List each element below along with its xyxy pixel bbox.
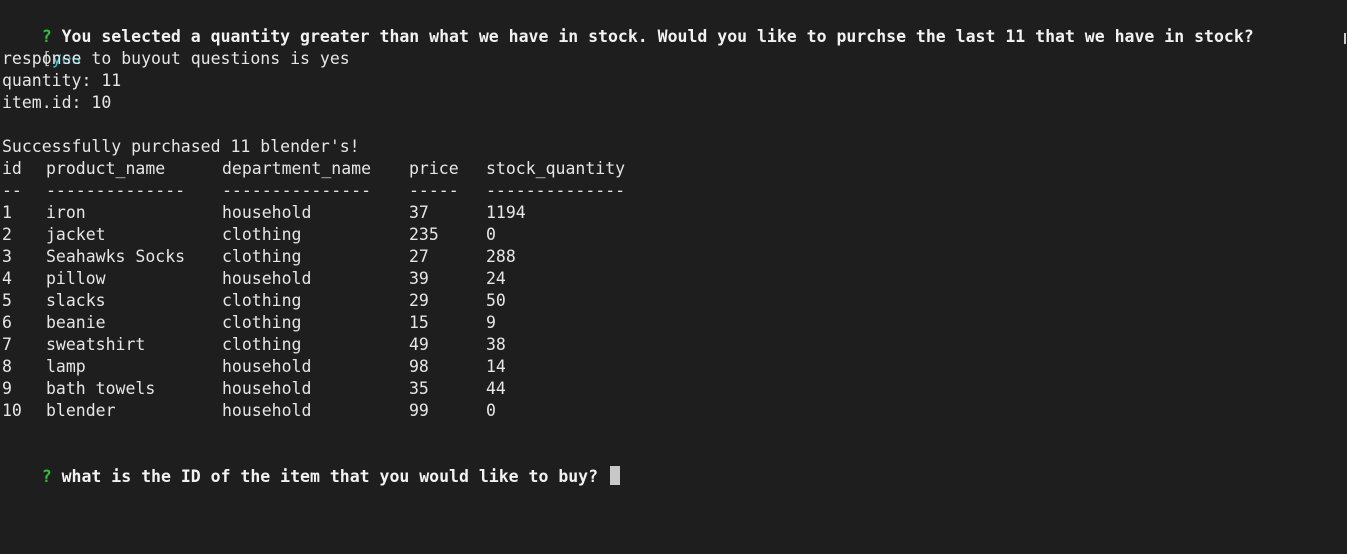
row-department-name: household xyxy=(222,357,312,376)
table-separator: -- -------------- --------------- ----- … xyxy=(2,180,1347,202)
log-line: quantity: 11 xyxy=(2,71,122,90)
row-product-name: Seahawks Socks xyxy=(46,247,186,266)
row-stock-quantity: 50 xyxy=(486,291,506,310)
row-department-name: household xyxy=(222,269,312,288)
table-row: 10 blender household 99 0 xyxy=(2,400,1347,422)
separator-department-name: --------------- xyxy=(222,181,372,200)
separator-stock-quantity: -------------- xyxy=(486,181,626,200)
separator-price: ----- xyxy=(409,181,459,200)
row-product-name: iron xyxy=(46,203,86,222)
table-row: 8 lamp household 98 14 xyxy=(2,356,1347,378)
separator-product-name: -------------- xyxy=(46,181,186,200)
row-stock-quantity: 9 xyxy=(486,313,496,332)
id-question-line[interactable]: ? what is the ID of the item that you wo… xyxy=(2,444,1347,486)
row-price: 35 xyxy=(409,379,429,398)
row-id: 7 xyxy=(2,335,12,354)
row-id: 4 xyxy=(2,269,12,288)
row-product-name: bath towels xyxy=(46,379,156,398)
row-id: 6 xyxy=(2,313,12,332)
header-product-name: product_name xyxy=(46,159,166,178)
log-line: item.id: 10 xyxy=(2,93,112,112)
row-price: 235 xyxy=(409,225,439,244)
row-department-name: clothing xyxy=(222,225,302,244)
row-product-name: beanie xyxy=(46,313,106,332)
row-stock-quantity: 0 xyxy=(486,225,496,244)
row-price: 27 xyxy=(409,247,429,266)
row-id: 8 xyxy=(2,357,12,376)
row-department-name: clothing xyxy=(222,313,302,332)
stock-question-line: ? You selected a quantity greater than w… xyxy=(2,4,1347,46)
row-product-name: blender xyxy=(46,401,116,420)
prompt-marker: ? xyxy=(41,467,52,486)
row-product-name: slacks xyxy=(46,291,106,310)
row-product-name: lamp xyxy=(46,357,86,376)
success-message: Successfully purchased 11 blender's! xyxy=(2,137,360,156)
row-stock-quantity: 24 xyxy=(486,269,506,288)
table-row: 2 jacket clothing 235 0 xyxy=(2,224,1347,246)
row-department-name: clothing xyxy=(222,247,302,266)
table-row: 9 bath towels household 35 44 xyxy=(2,378,1347,400)
row-id: 1 xyxy=(2,203,12,222)
row-stock-quantity: 14 xyxy=(486,357,506,376)
row-department-name: household xyxy=(222,401,312,420)
row-price: 29 xyxy=(409,291,429,310)
row-id: 9 xyxy=(2,379,12,398)
id-question-text: what is the ID of the item that you woul… xyxy=(61,467,599,486)
row-stock-quantity: 288 xyxy=(486,247,516,266)
row-price: 49 xyxy=(409,335,429,354)
table-row: 6 beanie clothing 15 9 xyxy=(2,312,1347,334)
row-price: 15 xyxy=(409,313,429,332)
row-product-name: sweatshirt xyxy=(46,335,146,354)
header-id: id xyxy=(2,159,22,178)
table-row: 4 pillow household 39 24 xyxy=(2,268,1347,290)
row-id: 2 xyxy=(2,225,12,244)
row-stock-quantity: 1194 xyxy=(486,203,526,222)
table-header: id product_name department_name price st… xyxy=(2,158,1347,180)
row-price: 39 xyxy=(409,269,429,288)
terminal-window[interactable]: ? You selected a quantity greater than w… xyxy=(2,4,1347,486)
log-line: response to buyout questions is yes xyxy=(2,49,350,68)
row-product-name: pillow xyxy=(46,269,106,288)
row-department-name: clothing xyxy=(222,291,302,310)
row-stock-quantity: 44 xyxy=(486,379,506,398)
row-id: 5 xyxy=(2,291,12,310)
row-department-name: household xyxy=(222,203,312,222)
table-row: 7 sweatshirt clothing 49 38 xyxy=(2,334,1347,356)
header-department-name: department_name xyxy=(222,159,372,178)
answer-line: [yes xyxy=(2,26,1347,68)
row-stock-quantity: 0 xyxy=(486,401,496,420)
row-id: 10 xyxy=(2,401,22,420)
table-row: 5 slacks clothing 29 50 xyxy=(2,290,1347,312)
table-row: 3 Seahawks Socks clothing 27 288 xyxy=(2,246,1347,268)
separator-id: -- xyxy=(2,181,22,200)
row-stock-quantity: 38 xyxy=(486,335,506,354)
header-stock-quantity: stock_quantity xyxy=(486,159,626,178)
window-edge-marker xyxy=(1344,33,1346,44)
row-department-name: household xyxy=(222,379,312,398)
header-price: price xyxy=(409,159,459,178)
row-product-name: jacket xyxy=(46,225,106,244)
table-row: 1 iron household 37 1194 xyxy=(2,202,1347,224)
row-department-name: clothing xyxy=(222,335,302,354)
row-id: 3 xyxy=(2,247,12,266)
row-price: 37 xyxy=(409,203,429,222)
row-price: 99 xyxy=(409,401,429,420)
row-price: 98 xyxy=(409,357,429,376)
